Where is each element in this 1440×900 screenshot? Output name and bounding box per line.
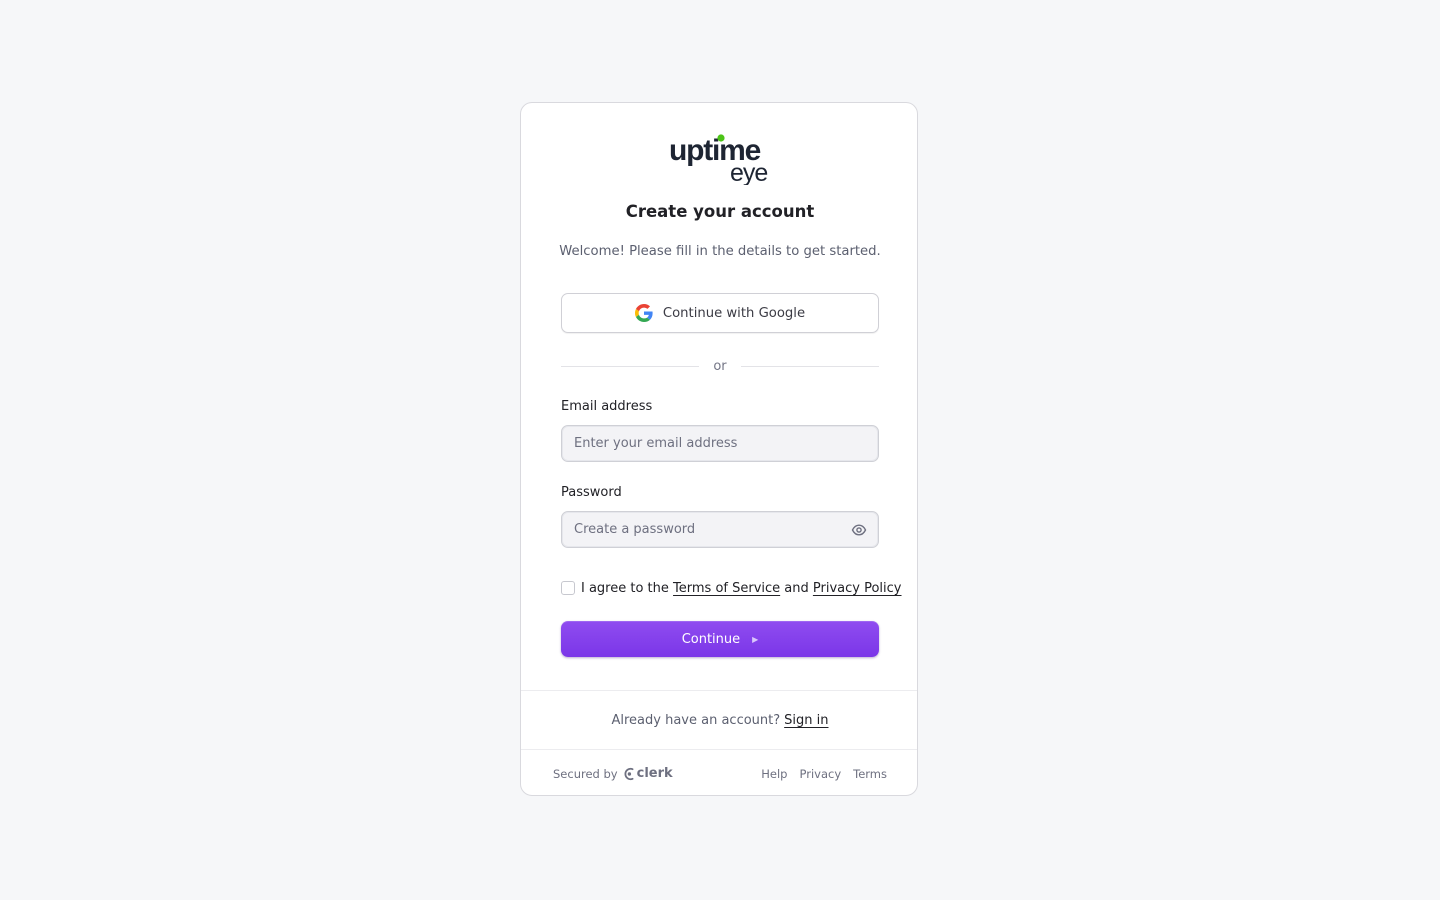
- terms-of-service-link[interactable]: Terms of Service: [673, 581, 780, 596]
- email-label: Email address: [561, 399, 653, 414]
- signup-form-section: uptime eye Create your account Welcome! …: [521, 103, 917, 691]
- signup-card: uptime eye Create your account Welcome! …: [520, 102, 918, 796]
- password-field[interactable]: [562, 512, 878, 547]
- or-divider: or: [561, 357, 879, 375]
- footer-link-privacy[interactable]: Privacy: [799, 767, 841, 781]
- secured-by-label: Secured by: [553, 766, 618, 781]
- signin-prompt: Already have an account? Sign in: [521, 690, 917, 749]
- show-password-eye-icon[interactable]: [851, 522, 867, 538]
- google-button-label: Continue with Google: [662, 305, 806, 321]
- page-title: Create your account: [625, 202, 815, 221]
- email-field-wrapper: [561, 425, 879, 462]
- agree-prefix: I agree to the: [581, 580, 669, 596]
- privacy-policy-link[interactable]: Privacy Policy: [813, 581, 902, 596]
- password-label: Password: [561, 485, 622, 500]
- signin-prompt-text: Already have an account?: [611, 712, 781, 728]
- terms-checkbox[interactable]: [561, 581, 575, 595]
- continue-button-label: Continue: [681, 631, 741, 647]
- divider-label: or: [713, 358, 727, 374]
- svg-text:eye: eye: [730, 159, 767, 185]
- divider-line-right: [740, 365, 879, 367]
- clerk-icon: [624, 767, 634, 780]
- terms-agreement: I agree to the Terms of Service and Priv…: [561, 579, 902, 597]
- card-footer: Secured by clerk Help Privacy Terms: [521, 749, 917, 795]
- clerk-wordmark: clerk: [636, 766, 673, 781]
- google-g-icon: [634, 304, 653, 322]
- continue-with-google-button[interactable]: Continue with Google: [561, 293, 879, 333]
- divider-line-left: [561, 365, 700, 367]
- secured-by: Secured by clerk: [553, 766, 673, 781]
- password-field-wrapper: [561, 511, 879, 548]
- footer-links: Help Privacy Terms: [761, 767, 887, 781]
- footer-link-help[interactable]: Help: [761, 767, 787, 781]
- page-subtitle: Welcome! Please fill in the details to g…: [559, 244, 881, 259]
- signin-link[interactable]: Sign in: [784, 713, 828, 728]
- email-field[interactable]: [562, 426, 878, 461]
- triangle-right-icon: ▶: [752, 634, 759, 644]
- clerk-logo[interactable]: clerk: [623, 766, 673, 781]
- footer-link-terms[interactable]: Terms: [853, 767, 887, 781]
- continue-button[interactable]: Continue ▶: [561, 621, 879, 657]
- agree-and-text: and: [784, 580, 809, 596]
- uptime-eye-logo: uptime eye: [669, 133, 773, 185]
